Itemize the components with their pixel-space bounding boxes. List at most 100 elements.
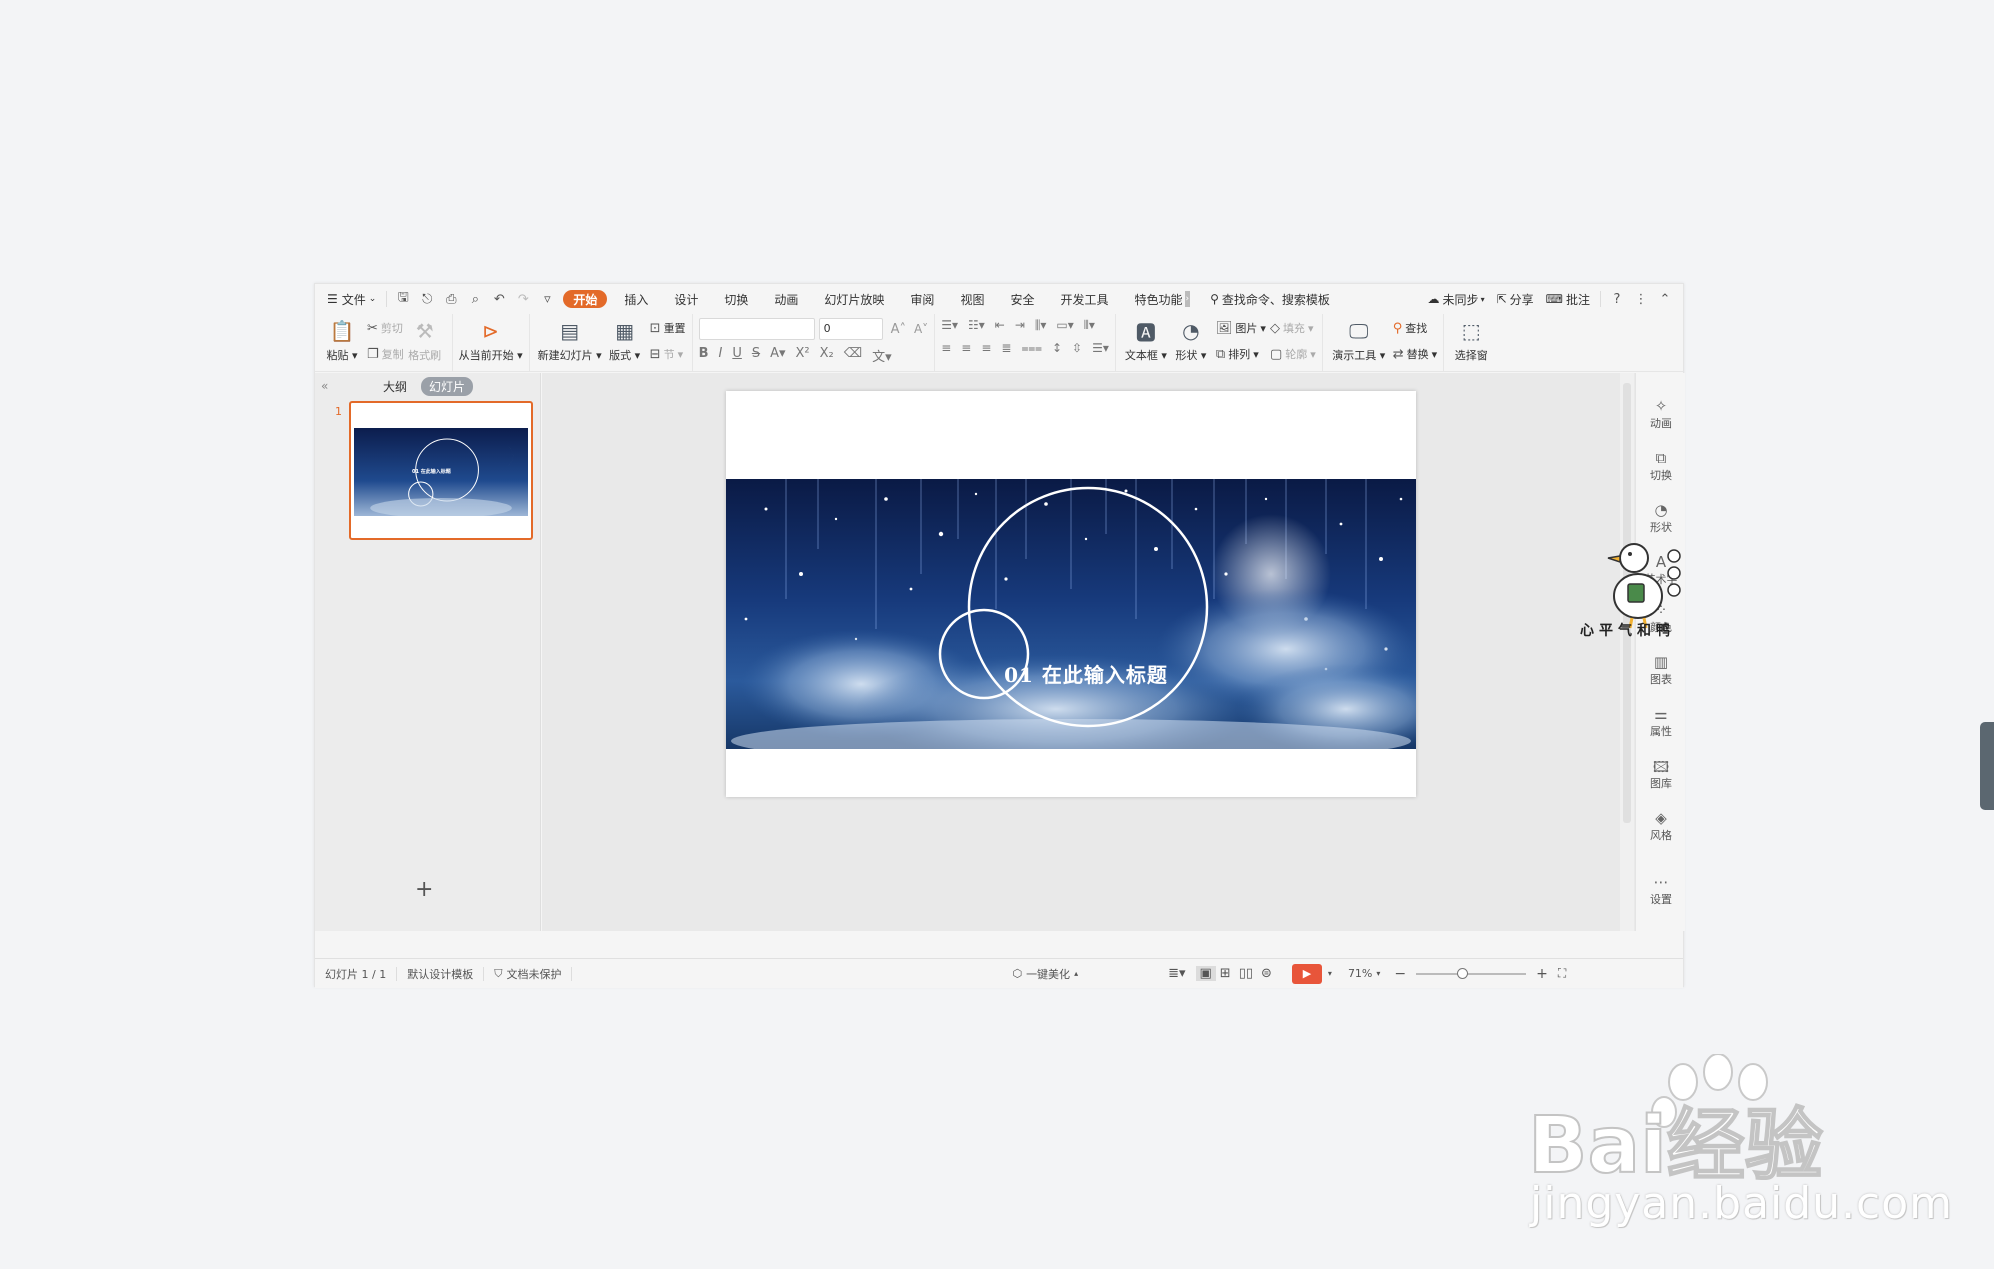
indent-list-icon[interactable]: ☰▾ — [1092, 341, 1109, 356]
copy-button[interactable]: ❐ 复制 — [367, 344, 404, 364]
sync-button[interactable]: ☁ 未同步 ▾ — [1422, 284, 1491, 314]
style-pane-button[interactable]: ◈ 风格 — [1636, 809, 1686, 843]
play-slideshow-button[interactable]: ▶ — [1291, 963, 1322, 984]
presentation-tools-button[interactable]: 🖵 演示工具 ▾ — [1329, 318, 1389, 363]
distribute-icon[interactable]: ⩶ — [1021, 341, 1042, 356]
zoom-slider[interactable] — [1416, 967, 1527, 979]
bold-icon[interactable]: B — [699, 346, 709, 365]
tab-outline[interactable]: 大纲 — [375, 377, 415, 396]
customize-icon[interactable]: ▿ — [535, 284, 559, 314]
select-pane-button[interactable]: ⬚ 选择窗 — [1450, 314, 1492, 363]
zoom-slider-knob[interactable] — [1457, 967, 1469, 979]
decrease-indent-icon[interactable]: ⇤ — [995, 318, 1005, 333]
italic-icon[interactable]: I — [718, 346, 722, 365]
play-options-icon[interactable]: ▾ — [1322, 969, 1338, 978]
underline-icon[interactable]: U — [732, 346, 742, 365]
undo-icon[interactable]: ↶ — [487, 284, 511, 314]
tab-security[interactable]: 安全 — [997, 284, 1047, 314]
grow-font-icon[interactable]: A˄ — [891, 322, 906, 337]
slide-thumbnail[interactable]: 01 在此输入标题 — [349, 401, 533, 540]
tab-design[interactable]: 设计 — [661, 284, 711, 314]
arrange-button[interactable]: ⧉ 排列 ▾ — [1216, 344, 1266, 364]
new-slide-button[interactable]: ▤ 新建幻灯片 ▾ — [536, 318, 604, 363]
notes-toggle-icon[interactable]: ≣▾ — [1158, 966, 1195, 981]
cut-button[interactable]: ✂ 剪切 — [367, 318, 404, 338]
subscript-icon[interactable]: X₂ — [820, 346, 834, 365]
zoom-in-icon[interactable]: + — [1532, 966, 1552, 982]
tab-home[interactable]: 开始 — [563, 290, 608, 308]
font-color-icon[interactable]: A▾ — [770, 346, 785, 365]
picture-button[interactable]: 🖼 图片 ▾ — [1216, 318, 1266, 338]
font-name-input[interactable] — [698, 318, 815, 340]
property-pane-button[interactable]: ⚌ 属性 — [1636, 705, 1686, 739]
section-button[interactable]: ⊟ 节 ▾ — [650, 344, 686, 364]
brush-icon[interactable]: ⎋ — [415, 284, 439, 314]
line-spacing-icon[interactable]: ↕ — [1052, 341, 1062, 356]
superscript-icon[interactable]: X² — [796, 346, 810, 365]
command-search[interactable]: ⚲ 查找命令、搜索模板 — [1204, 284, 1336, 314]
align-text-icon[interactable]: ▭▾ — [1056, 318, 1073, 333]
tab-review[interactable]: 审阅 — [897, 284, 947, 314]
paste-button[interactable]: 📋 粘贴 ▾ — [321, 318, 363, 363]
slide-title[interactable]: 01 在此输入标题 — [726, 659, 1416, 688]
add-slide-button[interactable]: + — [415, 877, 433, 902]
help-icon[interactable]: ? — [1605, 284, 1629, 314]
tab-developer[interactable]: 开发工具 — [1047, 284, 1121, 314]
print-icon[interactable]: ⎙ — [439, 284, 463, 314]
increase-indent-icon[interactable]: ⇥ — [1015, 318, 1025, 333]
align-left-icon[interactable]: ≡ — [941, 341, 951, 356]
layout-button[interactable]: ▦ 版式 ▾ — [604, 318, 646, 363]
replace-button[interactable]: ⇄ 替换 ▾ — [1393, 344, 1437, 364]
tab-insert[interactable]: 插入 — [611, 284, 661, 314]
format-painter-button[interactable]: ⚒ 格式刷 — [404, 318, 446, 363]
more-icon[interactable]: ⋮ — [1629, 284, 1653, 314]
tab-slides[interactable]: 幻灯片 — [421, 377, 474, 396]
tab-transitions[interactable]: 切换 — [711, 284, 761, 314]
settings-pane-button[interactable]: ⋯ 设置 — [1636, 873, 1686, 907]
side-panel-handle[interactable] — [1980, 722, 1994, 810]
beautify-button[interactable]: ⬡ 一键美化 ▴ — [1002, 966, 1088, 982]
protection-status[interactable]: ⛉ 文档未保护 — [484, 966, 571, 982]
chart-pane-button[interactable]: ▥ 图表 — [1636, 653, 1686, 687]
numbering-icon[interactable]: ☷▾ — [968, 318, 985, 333]
normal-view-icon[interactable]: ▣ — [1195, 966, 1216, 981]
gallery-pane-button[interactable]: 🖾 图库 — [1636, 757, 1686, 791]
file-menu[interactable]: ☰ 文件 ⌄ — [315, 284, 382, 314]
align-center-icon[interactable]: ≡ — [961, 341, 971, 356]
reset-button[interactable]: ⊡ 重置 — [650, 318, 686, 338]
zoom-level[interactable]: 71% ▾ — [1338, 967, 1390, 980]
phonetic-icon[interactable]: 文▾ — [872, 346, 892, 365]
textbox-button[interactable]: 🅰 文本框 ▾ — [1122, 318, 1170, 363]
shrink-font-icon[interactable]: A˅ — [914, 322, 928, 336]
share-button[interactable]: ⇱ 分享 — [1491, 284, 1540, 314]
shape-button[interactable]: ◔ 形状 ▾ — [1170, 318, 1212, 363]
columns-icon[interactable]: ⫴▾ — [1084, 318, 1095, 333]
tab-features[interactable]: 特色功能 — [1121, 284, 1184, 314]
save-icon[interactable]: 🖫 — [391, 284, 415, 314]
vertical-scrollbar[interactable] — [1620, 373, 1634, 931]
transition-pane-button[interactable]: ⧉ 切换 — [1636, 449, 1686, 483]
paragraph-spacing-icon[interactable]: ⇳ — [1072, 341, 1082, 356]
text-direction-icon[interactable]: ⫼▾ — [1035, 318, 1047, 333]
sorter-view-icon[interactable]: ⊞ — [1216, 966, 1235, 981]
collapse-ribbon-icon[interactable]: ⌃ — [1653, 284, 1677, 314]
strikethrough-icon[interactable]: S — [752, 346, 760, 365]
tabs-scroll-right-icon[interactable]: › — [1184, 284, 1191, 314]
play-from-current-button[interactable]: ⊳ 从当前开始 ▾ — [459, 318, 523, 363]
comment-button[interactable]: ⌨ 批注 — [1540, 284, 1596, 314]
tab-animations[interactable]: 动画 — [761, 284, 811, 314]
reading-view-icon[interactable]: ▯▯ — [1235, 966, 1257, 981]
bullets-icon[interactable]: ☰▾ — [941, 318, 958, 333]
justify-icon[interactable]: ≣ — [1001, 341, 1011, 356]
fill-button[interactable]: ◇ 填充 ▾ — [1270, 318, 1316, 338]
redo-icon[interactable]: ↷ — [511, 284, 535, 314]
animation-pane-button[interactable]: ✧ 动画 — [1636, 397, 1686, 431]
clear-format-icon[interactable]: ⌫ — [844, 346, 862, 365]
align-right-icon[interactable]: ≡ — [981, 341, 991, 356]
tab-slideshow[interactable]: 幻灯片放映 — [811, 284, 897, 314]
find-button[interactable]: ⚲ 查找 — [1393, 318, 1437, 338]
fit-window-icon[interactable]: ⛶ — [1552, 966, 1572, 981]
slide-page[interactable]: 01 在此输入标题 — [726, 391, 1416, 797]
collapse-panel-icon[interactable]: « — [321, 379, 328, 393]
tab-view[interactable]: 视图 — [947, 284, 997, 314]
